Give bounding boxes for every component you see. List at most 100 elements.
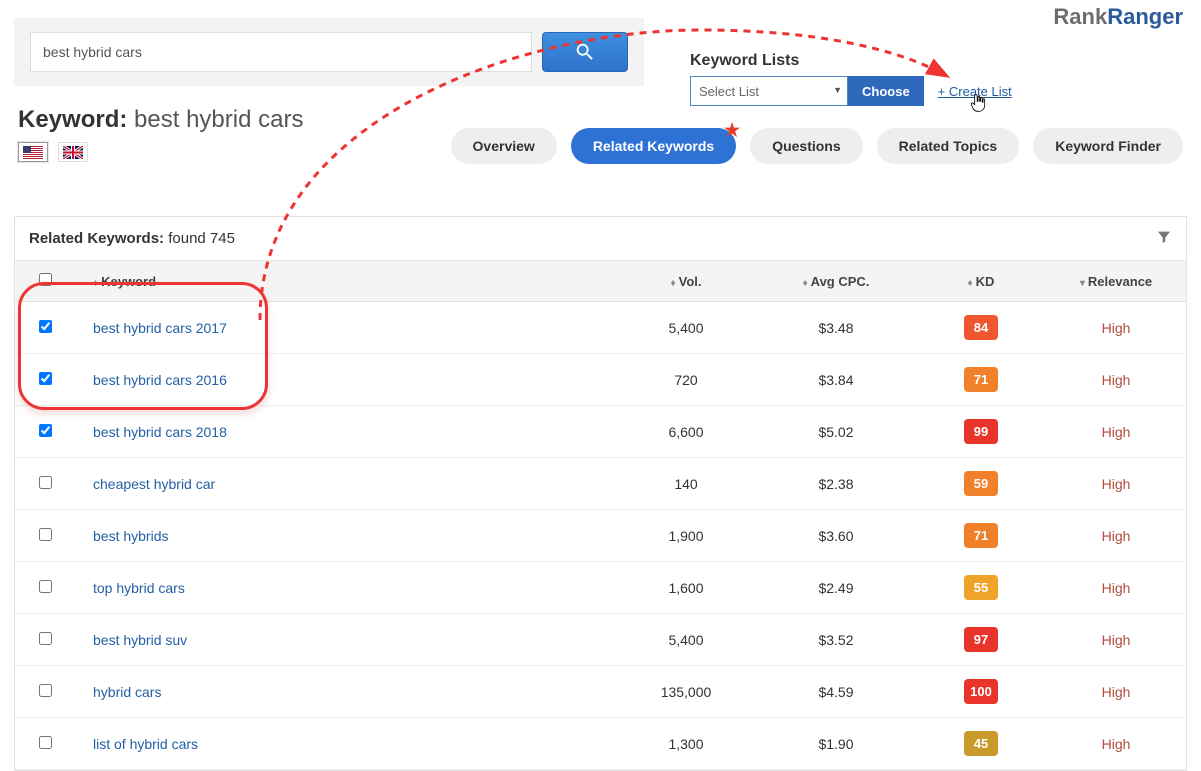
relevance-cell: High [1046,718,1186,770]
cpc-cell: $1.90 [756,718,916,770]
table-row: best hybrid suv 5,400$3.52 97 High [15,614,1186,666]
kd-badge: 59 [964,471,998,496]
star-icon: ★ [724,120,740,141]
relevance-cell: High [1046,666,1186,718]
keyword-lists-block: Keyword Lists Select List Choose + Creat… [690,52,1012,106]
panel-title-prefix: Related Keywords: [29,230,164,247]
keyword-link[interactable]: best hybrid cars 2018 [93,424,227,440]
vol-cell: 5,400 [616,614,756,666]
search-button[interactable] [542,32,628,72]
col-vol[interactable]: ♦Vol. [616,261,756,302]
keyword-link[interactable]: hybrid cars [93,684,161,700]
keyword-link[interactable]: best hybrid suv [93,632,187,648]
keyword-heading-prefix: Keyword: [18,106,127,133]
search-bar [14,18,644,86]
cpc-cell: $3.48 [756,302,916,354]
relevance-cell: High [1046,302,1186,354]
row-checkbox[interactable] [39,528,52,541]
cpc-cell: $3.84 [756,354,916,406]
vol-cell: 1,300 [616,718,756,770]
keyword-list-select[interactable]: Select List [690,76,848,106]
results-table: ♦Keyword ♦Vol. ♦Avg CPC. ♦KD ▾Relevance … [15,261,1186,770]
col-kd[interactable]: ♦KD [916,261,1046,302]
vol-cell: 6,600 [616,406,756,458]
kd-badge: 45 [964,731,998,756]
row-checkbox[interactable] [39,632,52,645]
row-checkbox[interactable] [39,684,52,697]
create-list-link[interactable]: + Create List [938,84,1012,99]
row-checkbox[interactable] [39,736,52,749]
keyword-link[interactable]: best hybrids [93,528,168,544]
relevance-cell: High [1046,510,1186,562]
table-row: best hybrids 1,900$3.60 71 High [15,510,1186,562]
table-row: cheapest hybrid car 140$2.38 59 High [15,458,1186,510]
vol-cell: 1,600 [616,562,756,614]
cpc-cell: $2.38 [756,458,916,510]
row-checkbox[interactable] [39,476,52,489]
cpc-cell: $5.02 [756,406,916,458]
keyword-link[interactable]: list of hybrid cars [93,736,198,752]
results-panel: Related Keywords: found 745 ♦Keyword ♦Vo… [14,216,1187,771]
tab-questions[interactable]: Questions [750,128,862,164]
brand-logo: RankRanger [1053,4,1183,30]
keyword-link[interactable]: best hybrid cars 2016 [93,372,227,388]
tab-related-keywords[interactable]: Related Keywords★ [571,128,736,164]
kd-badge: 100 [964,679,998,704]
relevance-cell: High [1046,458,1186,510]
cpc-cell: $4.59 [756,666,916,718]
flag-uk[interactable] [58,142,88,162]
select-all-checkbox[interactable] [39,273,52,286]
table-row: top hybrid cars 1,600$2.49 55 High [15,562,1186,614]
table-row: best hybrid cars 2016 720$3.84 71 High [15,354,1186,406]
cpc-cell: $3.52 [756,614,916,666]
cpc-cell: $3.60 [756,510,916,562]
kd-badge: 99 [964,419,998,444]
row-checkbox[interactable] [39,424,52,437]
vol-cell: 140 [616,458,756,510]
flag-us-icon [23,146,43,159]
cpc-cell: $2.49 [756,562,916,614]
keyword-heading-value: best hybrid cars [134,106,303,133]
vol-cell: 5,400 [616,302,756,354]
keyword-link[interactable]: top hybrid cars [93,580,185,596]
row-checkbox[interactable] [39,372,52,385]
choose-button[interactable]: Choose [848,76,924,106]
keyword-link[interactable]: best hybrid cars 2017 [93,320,227,336]
tab-related-label: Related Keywords [593,138,714,154]
relevance-cell: High [1046,562,1186,614]
row-checkbox[interactable] [39,320,52,333]
tab-keyword-finder[interactable]: Keyword Finder [1033,128,1183,164]
kd-badge: 71 [964,367,998,392]
col-cpc[interactable]: ♦Avg CPC. [756,261,916,302]
kd-badge: 84 [964,315,998,340]
kd-badge: 55 [964,575,998,600]
keyword-link[interactable]: cheapest hybrid car [93,476,215,492]
relevance-cell: High [1046,406,1186,458]
table-row: list of hybrid cars 1,300$1.90 45 High [15,718,1186,770]
vol-cell: 1,900 [616,510,756,562]
relevance-cell: High [1046,354,1186,406]
table-row: best hybrid cars 2018 6,600$5.02 99 High [15,406,1186,458]
col-keyword[interactable]: ♦Keyword [75,261,616,302]
tab-overview[interactable]: Overview [451,128,557,164]
col-relevance[interactable]: ▾Relevance [1046,261,1186,302]
panel-title-suffix: found 745 [168,230,235,247]
vol-cell: 720 [616,354,756,406]
vol-cell: 135,000 [616,666,756,718]
relevance-cell: High [1046,614,1186,666]
logo-part2: Ranger [1107,4,1183,29]
kd-badge: 97 [964,627,998,652]
table-row: best hybrid cars 2017 5,400$3.48 84 High [15,302,1186,354]
flag-uk-icon [63,146,83,159]
search-icon [574,41,596,63]
search-input[interactable] [30,32,532,72]
keyword-lists-label: Keyword Lists [690,52,1012,70]
row-checkbox[interactable] [39,580,52,593]
panel-title: Related Keywords: found 745 [29,230,235,247]
tab-related-topics[interactable]: Related Topics [877,128,1020,164]
logo-part1: Rank [1053,4,1107,29]
filter-icon[interactable] [1156,229,1172,248]
flag-us[interactable] [18,142,48,162]
table-row: hybrid cars 135,000$4.59 100 High [15,666,1186,718]
kd-badge: 71 [964,523,998,548]
